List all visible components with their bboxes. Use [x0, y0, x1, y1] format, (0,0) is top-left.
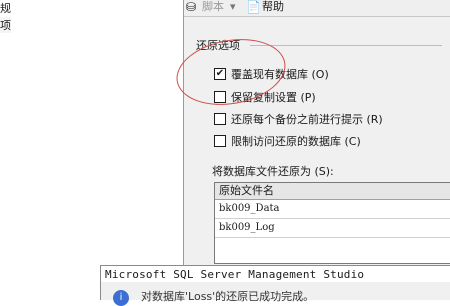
checkbox-prompt-before-restore[interactable]	[214, 113, 226, 125]
table-row[interactable]: bk009_Data	[215, 200, 450, 219]
left-nav-pane: 规 项	[0, 0, 184, 300]
message-box: Microsoft SQL Server Management Studio i…	[100, 265, 450, 306]
checkbox-overwrite-existing[interactable]: ✔	[214, 68, 226, 80]
message-text: 对数据库'Loss'的还原已成功完成。	[141, 290, 315, 303]
section-divider	[250, 45, 442, 46]
restore-files-grid[interactable]: 原始文件名 bk009_Data bk009_Log	[214, 182, 450, 264]
message-box-title: Microsoft SQL Server Management Studio	[100, 265, 450, 282]
table-row[interactable]: bk009_Log	[215, 219, 450, 238]
checkbox-keep-replication[interactable]	[214, 91, 226, 103]
chevron-down-icon[interactable]: ▾	[230, 0, 236, 14]
script-button[interactable]: 脚本	[202, 0, 224, 14]
option-label: 保留复制设置 (P)	[231, 91, 316, 104]
toolbar: ⛁ 脚本 ▾ 📄 帮助	[184, 0, 450, 17]
column-header-original-filename[interactable]: 原始文件名	[215, 183, 450, 200]
option-label: 还原每个备份之前进行提示 (R)	[231, 113, 383, 126]
info-icon: i	[113, 290, 129, 306]
script-icon[interactable]: ⛁	[186, 1, 196, 13]
checkbox-restrict-access[interactable]	[214, 135, 226, 147]
left-nav-item-options[interactable]: 项	[0, 17, 11, 33]
option-label: 限制访问还原的数据库 (C)	[231, 135, 361, 148]
help-icon[interactable]: 📄	[246, 1, 261, 13]
section-title-restore-options: 还原选项	[196, 39, 240, 52]
restore-options-panel: 还原选项 ✔ 覆盖现有数据库 (O) 保留复制设置 (P) 还原每个备份之前进行…	[184, 17, 450, 300]
help-button[interactable]: 帮助	[262, 0, 284, 14]
option-label: 覆盖现有数据库 (O)	[231, 68, 329, 81]
message-box-body: i 对数据库'Loss'的还原已成功完成。	[100, 282, 450, 306]
restore-as-label: 将数据库文件还原为 (S):	[212, 165, 334, 178]
left-nav-item-general[interactable]: 规	[0, 0, 11, 16]
